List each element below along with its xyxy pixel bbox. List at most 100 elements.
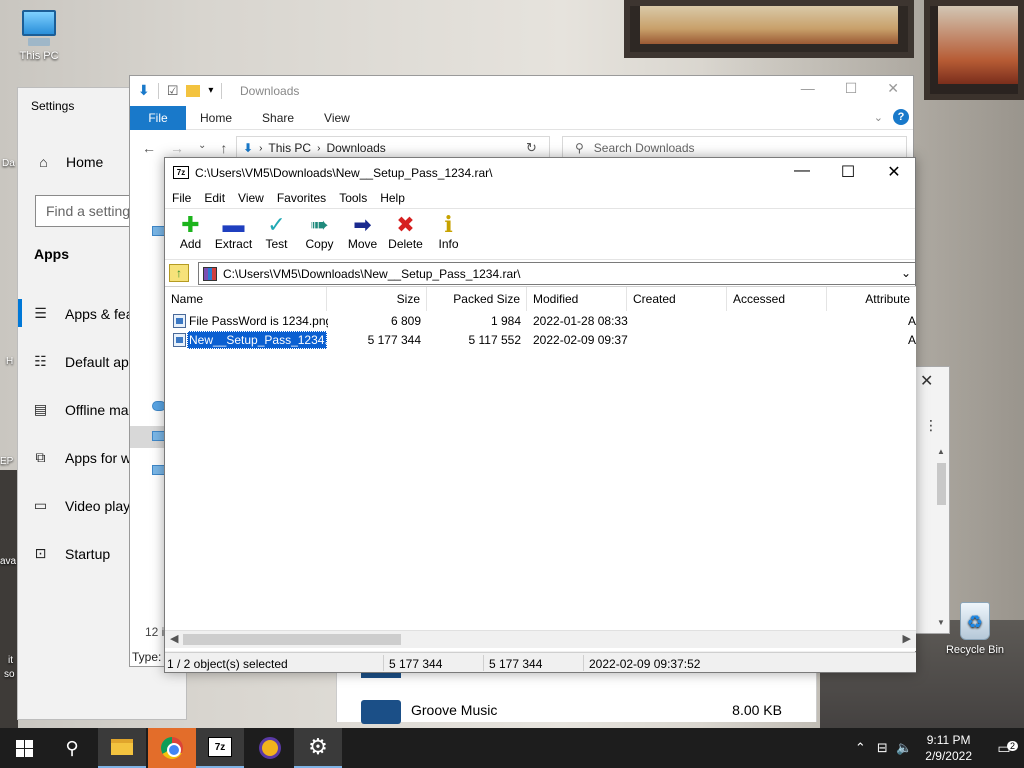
new-folder-icon[interactable] (186, 84, 201, 97)
notification-badge: 2 (1006, 740, 1018, 751)
taskbar-file-explorer[interactable] (98, 728, 146, 768)
apps-list-behind: Groove Music 8.00 KB (336, 666, 817, 724)
up-arrow-icon[interactable]: ↑ (220, 140, 227, 156)
forward-arrow-icon[interactable]: → (170, 140, 184, 156)
copy-button[interactable]: ➠ Copy (298, 209, 341, 259)
settings-section-title: Apps (34, 246, 69, 262)
scroll-down-icon[interactable]: ▼ (937, 618, 945, 627)
menu-favorites[interactable]: Favorites (277, 191, 326, 205)
chevron-down-icon[interactable]: ⌄ (901, 266, 911, 280)
7zip-file-list: Name Size Packed Size Modified Created A… (165, 286, 916, 651)
refresh-icon[interactable]: ↻ (526, 140, 537, 156)
desktop-edge-label: EP (0, 456, 14, 467)
close-icon[interactable]: ✕ (871, 162, 917, 182)
back-arrow-icon[interactable]: ← (142, 140, 156, 156)
ribbon-tab-view[interactable]: View (324, 111, 350, 125)
taskbar-search-button[interactable]: ⚲ (48, 728, 96, 768)
delete-button[interactable]: ✖ Delete (384, 209, 427, 259)
start-button[interactable] (0, 728, 48, 768)
horizontal-scrollbar[interactable]: ◀ ▶ (165, 630, 916, 648)
row-modified: 2022-02-09 09:37 (533, 333, 628, 347)
column-header-size[interactable]: Size (327, 287, 427, 311)
network-icon[interactable]: ⊟ (871, 740, 893, 756)
start-icon (15, 739, 33, 757)
taskbar-vpn[interactable] (246, 728, 294, 768)
recent-chevron-icon[interactable]: ⌄ (198, 140, 206, 156)
7zip-titlebar[interactable]: 7z C:\Users\VM5\Downloads\New__Setup_Pas… (165, 158, 915, 188)
chrome-icon (161, 737, 183, 759)
computer-icon (22, 10, 56, 46)
app-name[interactable]: Groove Music (411, 702, 497, 718)
minus-icon: ▬ (222, 212, 245, 237)
desktop-edge-label: Da (2, 158, 15, 169)
help-icon[interactable]: ? (893, 109, 909, 125)
column-header-created[interactable]: Created (627, 287, 727, 311)
settings-home-label: Home (66, 153, 104, 170)
test-button[interactable]: ✓ Test (255, 209, 298, 259)
extract-button[interactable]: ▬ Extract (212, 209, 255, 259)
7zip-icon: 7z (208, 737, 232, 757)
scroll-thumb[interactable] (183, 634, 401, 645)
folder-up-icon[interactable]: ↑ (169, 264, 189, 282)
add-button[interactable]: ✚ Add (169, 209, 212, 259)
desktop-icon-this-pc[interactable]: This PC (4, 10, 74, 62)
clock[interactable]: 9:11 PM 2/9/2022 (925, 732, 972, 764)
wall-painting-right (924, 0, 1024, 100)
vertical-scrollbar[interactable]: ▲ ▼ (935, 447, 947, 627)
action-center-button[interactable]: ▭ 2 (984, 740, 1024, 757)
settings-nav-offline-maps[interactable]: ▤ Offline maps (32, 401, 143, 418)
desktop-icon-recycle-bin[interactable]: ♻ Recycle Bin (940, 602, 1010, 656)
row-name: New__Setup_Pass_1234.... (187, 331, 327, 349)
download-arrow-icon[interactable]: ⬇ (138, 82, 150, 99)
arrow-right-icon: ➡ (353, 212, 372, 237)
chevron-up-icon[interactable]: ⌃ (849, 740, 871, 756)
column-header-attributes[interactable]: Attribute (827, 287, 916, 311)
minimize-icon[interactable]: — (801, 80, 815, 97)
desktop-edge-label: so (4, 669, 15, 680)
scroll-left-icon[interactable]: ◀ (170, 632, 178, 645)
close-icon[interactable]: ✕ (920, 371, 933, 391)
close-icon[interactable]: ✕ (887, 80, 899, 97)
taskbar-7zip[interactable]: 7z (196, 728, 244, 768)
row-modified: 2022-01-28 08:33 (533, 314, 628, 328)
qat-dropdown-icon[interactable]: ▾ (208, 85, 213, 96)
desktop-icon-label: This PC (19, 50, 59, 62)
menu-tools[interactable]: Tools (339, 191, 367, 205)
maximize-icon[interactable]: ☐ (845, 80, 858, 97)
info-button[interactable]: i Info (427, 209, 470, 259)
more-options-icon[interactable]: ⋮ (924, 417, 938, 434)
column-header-name[interactable]: Name (165, 287, 327, 311)
ribbon-tab-file[interactable]: File (130, 105, 186, 130)
menu-help[interactable]: Help (380, 191, 405, 205)
settings-home-link[interactable]: ⌂ Home (35, 153, 103, 170)
ribbon-tab-home[interactable]: Home (200, 111, 232, 125)
menu-view[interactable]: View (238, 191, 264, 205)
menu-file[interactable]: File (172, 191, 191, 205)
column-header-packed-size[interactable]: Packed Size (427, 287, 527, 311)
move-button[interactable]: ➡ Move (341, 209, 384, 259)
tool-label: Move (347, 237, 378, 251)
volume-muted-icon[interactable]: 🔈 (893, 740, 915, 756)
properties-icon[interactable]: ☑ (167, 83, 179, 99)
minimize-icon[interactable]: — (779, 162, 825, 180)
column-header-accessed[interactable]: Accessed (727, 287, 827, 311)
scroll-up-icon[interactable]: ▲ (937, 447, 945, 456)
items-count: 12 i (145, 625, 165, 639)
scroll-right-icon[interactable]: ▶ (903, 632, 911, 645)
taskbar-chrome[interactable] (148, 728, 196, 768)
desktop-edge-label: ava (0, 556, 17, 567)
vpn-icon (259, 737, 281, 759)
ribbon-tab-share[interactable]: Share (262, 111, 294, 125)
column-header-modified[interactable]: Modified (527, 287, 627, 311)
menu-edit[interactable]: Edit (204, 191, 225, 205)
x-icon: ✖ (396, 212, 415, 237)
7zip-path-input[interactable]: C:\Users\VM5\Downloads\New__Setup_Pass_1… (198, 262, 916, 285)
settings-nav-startup[interactable]: ⊡ Startup (32, 545, 111, 562)
taskbar-settings[interactable]: ⚙ (294, 728, 342, 768)
settings-nav-default-apps[interactable]: ☷ Default apps (32, 353, 143, 370)
maximize-icon[interactable]: ☐ (825, 162, 871, 182)
ribbon-expand-icon[interactable]: ⌄ (874, 111, 883, 124)
scroll-thumb[interactable] (937, 463, 946, 505)
breadcrumb-this-pc[interactable]: This PC (268, 141, 311, 155)
breadcrumb-downloads[interactable]: Downloads (326, 141, 385, 155)
